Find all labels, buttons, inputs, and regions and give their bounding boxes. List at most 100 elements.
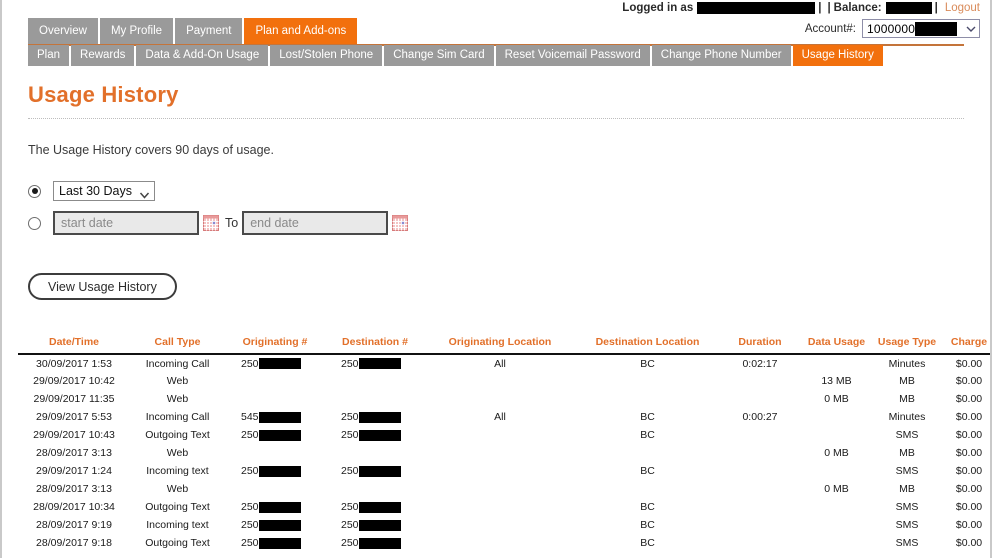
phone-number-redacted [358, 411, 401, 423]
cell-duration [720, 480, 800, 498]
cell-destination_location: BC [640, 465, 655, 477]
cell-usage_type: MB [899, 483, 915, 495]
cell-destination_location [575, 390, 720, 408]
cell-datetime: 28/09/2017 3:13 [36, 483, 112, 495]
cell-usage_type: SMS [895, 537, 919, 549]
header-separator-3: | [934, 2, 938, 14]
cell-destination_location [575, 480, 720, 498]
main-content: Usage History The Usage History covers 9… [28, 72, 964, 300]
logout-link[interactable]: Logout [945, 2, 980, 14]
secondary-tab-change-sim-card[interactable]: Change Sim Card [384, 45, 494, 66]
phone-prefix: 250 [241, 537, 259, 549]
table-body: 30/09/2017 1:53 Incoming Call 250 250 All BC 0… [18, 354, 990, 552]
cell-datetime: 29/09/2017 10:42 [33, 375, 115, 387]
phone-number-redacted [258, 358, 301, 369]
secondary-tab-reset-voicemail-password[interactable]: Reset Voicemail Password [495, 45, 650, 66]
secondary-tab-lost-stolen-phone[interactable]: Lost/Stolen Phone [270, 45, 383, 66]
secondary-tabs: Plan Rewards Data & Add-On Usage Lost/Stole… [28, 45, 885, 66]
table-column-header: Usage Type [873, 336, 941, 355]
date-range-select-value: Last 30 Days [59, 184, 132, 198]
cell-data_usage [800, 534, 873, 552]
calendar-icon[interactable] [203, 215, 219, 231]
cell-destination_prefix: 250 [325, 354, 425, 372]
balance-label: Balance: [833, 2, 882, 14]
cell-datetime: 30/09/2017 1:53 [36, 357, 112, 370]
cell-data_usage: 0 MB [824, 393, 849, 405]
cell-charge: $0.00 [955, 519, 983, 531]
secondary-tab-change-phone-number[interactable]: Change Phone Number [651, 45, 791, 66]
cell-charge: $0.00 [955, 465, 983, 477]
date-range-select[interactable]: Last 30 Days [53, 181, 155, 201]
cell-usage_type: MB [899, 393, 915, 405]
cell-duration: 0:00:27 [742, 411, 778, 423]
cell-usage_type: Minutes [888, 411, 926, 423]
secondary-tab-data-add-on-usage[interactable]: Data & Add-On Usage [136, 45, 269, 66]
table-row: 29/09/2017 10:42 Web 13 MB MB $0.00 [18, 372, 990, 390]
cell-destination_location: BC [640, 429, 655, 441]
cell-originating_location [425, 498, 575, 516]
radio-preset-range[interactable] [28, 184, 41, 198]
primary-tab-payment[interactable]: Payment [175, 18, 243, 44]
cell-originating_location [425, 516, 575, 534]
table-column-header: Call Type [130, 336, 225, 355]
cell-charge: $0.00 [955, 447, 983, 459]
cell-charge: $0.00 [955, 537, 983, 549]
phone-number-redacted [358, 465, 401, 477]
cell-call_type: Outgoing Text [145, 429, 210, 441]
table-row: 28/09/2017 9:19 Incoming text 250 250 BC SMS $… [18, 516, 990, 534]
cell-destination_prefix: 250 [325, 426, 425, 444]
primary-tab-overview[interactable]: Overview [28, 18, 98, 44]
cell-usage_type: MB [899, 375, 915, 387]
cell-destination_location: BC [640, 501, 655, 513]
chevron-down-icon [139, 187, 150, 206]
phone-prefix: 250 [241, 357, 259, 370]
phone-prefix: 250 [341, 429, 359, 441]
table-column-header: Originating Location [425, 336, 575, 355]
cell-charge: $0.00 [955, 483, 983, 495]
end-date-input[interactable]: end date [242, 211, 389, 235]
cell-originating_location [425, 444, 575, 462]
table-column-header: Originating # [225, 336, 325, 355]
view-usage-history-button[interactable]: View Usage History [28, 273, 177, 300]
cell-duration [720, 390, 800, 408]
table-row: 29/09/2017 5:53 Incoming Call 545 250 All BC 0… [18, 408, 990, 426]
cell-duration [720, 462, 800, 480]
table-row: 29/09/2017 11:35 Web 0 MB MB $0.00 [18, 390, 990, 408]
secondary-tab-rewards[interactable]: Rewards [71, 45, 135, 66]
phone-prefix: 250 [341, 519, 359, 531]
phone-prefix: 250 [341, 465, 359, 477]
cell-usage_type: SMS [895, 465, 919, 477]
primary-tab-my-profile[interactable]: My Profile [99, 18, 174, 44]
radio-custom-range[interactable] [28, 216, 41, 230]
primary-tab-plan-and-add-ons[interactable]: Plan and Add-ons [244, 18, 358, 44]
usage-history-table: Date/Time Call Type Originating # Destinati… [18, 336, 990, 552]
cell-originating_location [425, 372, 575, 390]
intro-text: The Usage History covers 90 days of usag… [28, 143, 274, 157]
calendar-icon[interactable] [392, 215, 409, 231]
table-column-header: Charge [941, 336, 990, 355]
start-date-input[interactable]: start date [53, 211, 199, 235]
cell-originating_prefix: 250 [225, 516, 325, 534]
cell-destination_prefix [325, 480, 425, 498]
phone-number-redacted [358, 501, 401, 513]
table-row: 28/09/2017 9:18 Outgoing Text 250 250 BC SMS $… [18, 534, 990, 552]
cell-data_usage: 0 MB [824, 447, 849, 459]
preset-range-option-row: Last 30 Days [28, 181, 964, 201]
secondary-tab-plan[interactable]: Plan [28, 45, 70, 66]
phone-number-redacted [358, 537, 401, 549]
cell-call_type: Outgoing Text [145, 501, 210, 513]
cell-call_type: Incoming text [146, 519, 209, 531]
cell-datetime: 28/09/2017 3:13 [36, 447, 112, 459]
cell-call_type: Web [166, 375, 189, 387]
primary-tabs: Overview My Profile Payment Plan and Add-on… [28, 18, 359, 44]
cell-call_type: Incoming text [146, 465, 209, 477]
cell-originating_prefix: 545 [225, 408, 325, 426]
cell-datetime: 29/09/2017 5:53 [36, 411, 112, 423]
phone-prefix: 250 [341, 537, 359, 549]
secondary-tab-usage-history[interactable]: Usage History [792, 45, 883, 66]
cell-destination_prefix [325, 390, 425, 408]
cell-duration: 0:02:17 [742, 357, 778, 370]
logged-in-label: Logged in as [622, 2, 694, 14]
cell-usage_type: SMS [895, 501, 919, 513]
phone-number-redacted [258, 537, 301, 549]
